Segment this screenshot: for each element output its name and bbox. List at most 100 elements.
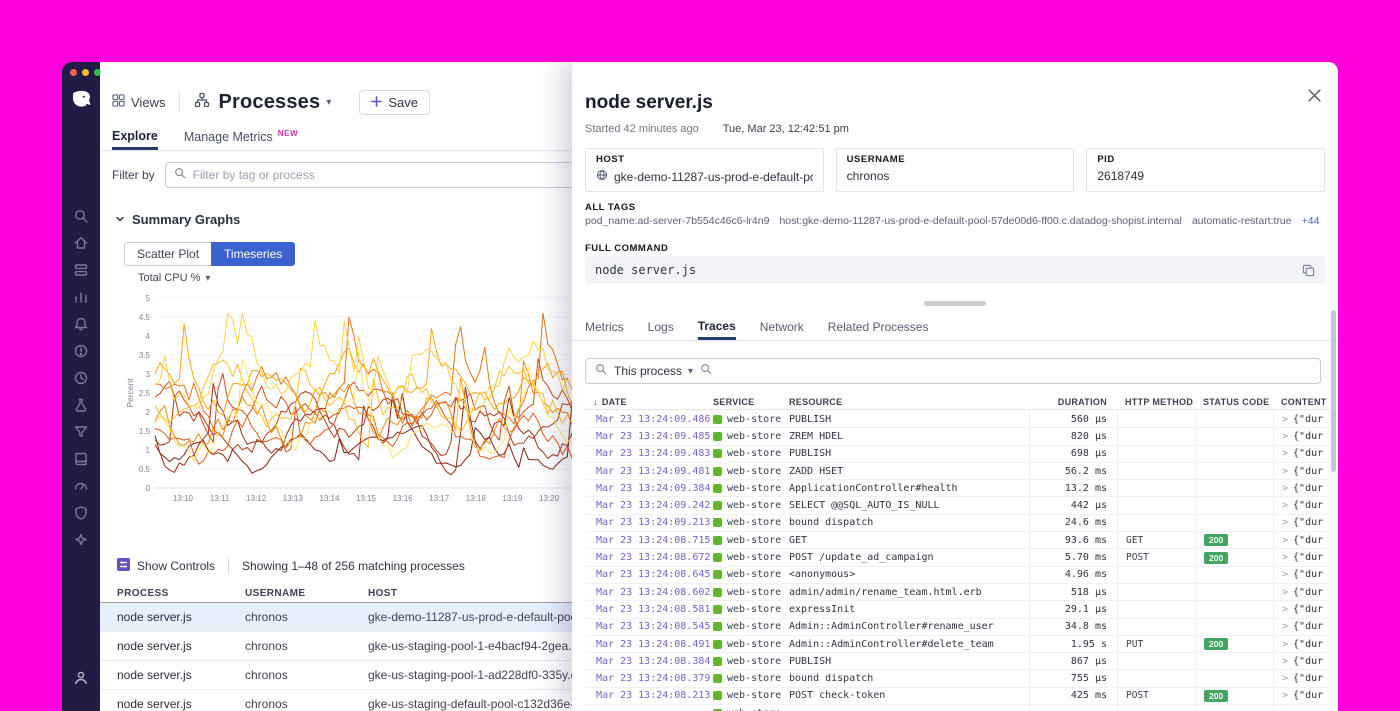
panel-drag-handle[interactable] [924, 301, 986, 306]
trace-row[interactable]: Mar 23 13:24:08.602 web-store admin/admi… [585, 584, 1330, 601]
close-window-button[interactable] [70, 69, 77, 76]
panel-tab-label: Traces [698, 319, 736, 333]
tag-automatic-restart[interactable]: automatic-restart:true [1192, 215, 1292, 227]
funnel-icon[interactable] [73, 424, 89, 440]
user-avatar-icon[interactable] [73, 670, 89, 691]
trace-content[interactable]: >{"dur [1273, 549, 1330, 565]
trace-row[interactable]: Mar 23 13:24:09.483 web-store PUBLISH 69… [585, 446, 1330, 463]
panel-scrollbar[interactable] [1331, 310, 1336, 472]
tab-explore[interactable]: Explore [112, 124, 158, 150]
panel-tab[interactable]: Logs [648, 314, 674, 340]
trace-row[interactable]: Mar 23 13:24:09.485 web-store ZREM HDEL … [585, 428, 1330, 445]
cpu-timeseries-chart[interactable]: 00.511.522.533.544.5513:1013:1113:1213:1… [125, 288, 585, 538]
trace-row[interactable]: Mar 23 13:24:09.481 web-store ZADD HSET … [585, 463, 1330, 480]
trace-row[interactable]: Mar 23 13:24:08.581 web-store expressIni… [585, 601, 1330, 618]
trace-row[interactable]: Mar 23 13:24:08.672 web-store POST /upda… [585, 549, 1330, 566]
trace-row[interactable]: Mar 23 13:24:09.242 web-store SELECT @@S… [585, 497, 1330, 514]
gauge-icon[interactable] [73, 478, 89, 494]
trace-content[interactable]: >{"dur [1273, 584, 1330, 600]
summary-graphs-header[interactable]: Summary Graphs [115, 212, 240, 227]
trace-row[interactable]: Mar 23 13:24:09.486 web-store PUBLISH 56… [585, 411, 1330, 428]
trace-content[interactable]: >{"dur [1273, 515, 1330, 531]
trace-date: Mar 23 13:24:08.491 [585, 639, 713, 650]
trace-row[interactable]: Mar 23 13:24:08.715 web-store GET 93.6 m… [585, 532, 1330, 549]
more-tags-button[interactable]: +44 [1302, 215, 1320, 227]
panel-tab[interactable]: Related Processes [828, 314, 929, 340]
col-content[interactable]: CONTENT [1273, 397, 1330, 407]
trace-content[interactable]: >{"dur [1273, 636, 1330, 652]
trace-duration: 755 µs [1029, 670, 1117, 686]
book-icon[interactable] [73, 451, 89, 467]
minimize-window-button[interactable] [82, 69, 89, 76]
trace-content[interactable]: >{"dur [1273, 670, 1330, 686]
col-date[interactable]: ↓DATE [585, 397, 713, 407]
trace-content[interactable]: >{"dur [1273, 428, 1330, 444]
trace-content[interactable]: >{"dur [1273, 480, 1330, 496]
trace-row[interactable]: Mar 23 13:24:08.213 web-store POST check… [585, 688, 1330, 705]
tab-manage-metrics[interactable]: Manage Metrics NEW [184, 124, 298, 150]
trace-row[interactable]: Mar 23 13:24:09.384 web-store Applicatio… [585, 480, 1330, 497]
trace-content[interactable]: >{"dur [1273, 532, 1330, 548]
datadog-logo-icon[interactable] [70, 88, 92, 115]
trace-content[interactable]: > [1273, 705, 1330, 711]
title-chevron-down-icon[interactable]: ▾ [326, 97, 331, 108]
trace-row[interactable]: Mar 23 13:24:08.545 web-store Admin::Adm… [585, 619, 1330, 636]
col-resource[interactable]: RESOURCE [789, 397, 1029, 407]
trace-row[interactable]: Mar 23 13:24:08.379 web-store bound disp… [585, 670, 1330, 687]
col-username[interactable]: USERNAME [245, 588, 368, 599]
close-icon[interactable] [1307, 88, 1322, 108]
scatter-plot-button[interactable]: Scatter Plot [124, 242, 211, 266]
shield-icon[interactable] [73, 505, 89, 521]
flask-icon[interactable] [73, 397, 89, 413]
trace-content[interactable]: >{"dur [1273, 688, 1330, 704]
trace-row[interactable]: Mar 23 13:24:08.491 web-store Admin::Adm… [585, 636, 1330, 653]
col-http-method[interactable]: HTTP METHOD [1117, 397, 1195, 407]
trace-row[interactable]: Mar 23 13:24:08.384 web-store PUBLISH 86… [585, 653, 1330, 670]
trace-content[interactable]: >{"dur [1273, 497, 1330, 513]
save-button[interactable]: Save [359, 90, 430, 115]
trace-content[interactable]: >{"dur [1273, 567, 1330, 583]
trace-content[interactable]: >{"dur [1273, 446, 1330, 462]
col-duration[interactable]: DURATION [1029, 397, 1117, 407]
trace-content-json: {"dur [1293, 604, 1323, 615]
tag-pod-name[interactable]: pod_name:ad-server-7b554c46c6-lr4n9 [585, 215, 769, 227]
metric-selector[interactable]: Total CPU % ▾ [138, 272, 210, 284]
col-service[interactable]: SERVICE [713, 397, 789, 407]
panel-tab[interactable]: Network [760, 314, 804, 340]
clock-icon[interactable] [73, 370, 89, 386]
service-name: web-store [727, 448, 781, 459]
col-status-code[interactable]: STATUS CODE [1195, 397, 1273, 407]
sidebar-icons [62, 208, 100, 548]
views-button[interactable]: Views [112, 94, 165, 110]
trace-resource: PUBLISH [789, 656, 1029, 667]
trace-row[interactable]: Mar 23 13:24:08.645 web-store <anonymous… [585, 567, 1330, 584]
list-icon[interactable] [73, 262, 89, 278]
trace-content[interactable]: >{"dur [1273, 653, 1330, 669]
star-icon[interactable] [73, 532, 89, 548]
home-icon[interactable] [73, 235, 89, 251]
trace-content-json: {"dur [1293, 656, 1323, 667]
trace-content[interactable]: >{"dur [1273, 601, 1330, 617]
timeseries-button[interactable]: Timeseries [211, 242, 295, 266]
host-box-value[interactable]: gke-demo-11287-us-prod-e-default-pool-57… [614, 170, 813, 184]
topbar: Views Processes ▾ Save [112, 84, 430, 120]
col-process[interactable]: PROCESS [100, 588, 245, 599]
trace-row[interactable]: Mar 23 13:24:09.213 web-store bound disp… [585, 515, 1330, 532]
scope-dropdown[interactable]: This process ▾ [614, 364, 693, 378]
trace-search-input[interactable] [719, 364, 1311, 378]
trace-content[interactable]: >{"dur [1273, 411, 1330, 427]
copy-icon[interactable] [1302, 264, 1315, 277]
service-name: web-store [727, 690, 781, 701]
trace-row[interactable]: web-store > [585, 705, 1330, 711]
tag-host[interactable]: host:gke-demo-11287-us-prod-e-default-po… [779, 215, 1181, 227]
trace-content[interactable]: >{"dur [1273, 463, 1330, 479]
bell-icon[interactable] [73, 316, 89, 332]
sort-descending-icon[interactable]: ↓ [593, 397, 598, 407]
panel-tab[interactable]: Metrics [585, 314, 624, 340]
alert-icon[interactable] [73, 343, 89, 359]
trace-content[interactable]: >{"dur [1273, 619, 1330, 635]
show-controls-button[interactable]: Show Controls [137, 559, 215, 573]
search-icon[interactable] [73, 208, 89, 224]
panel-tab[interactable]: Traces [698, 314, 736, 340]
bar-chart-icon[interactable] [73, 289, 89, 305]
